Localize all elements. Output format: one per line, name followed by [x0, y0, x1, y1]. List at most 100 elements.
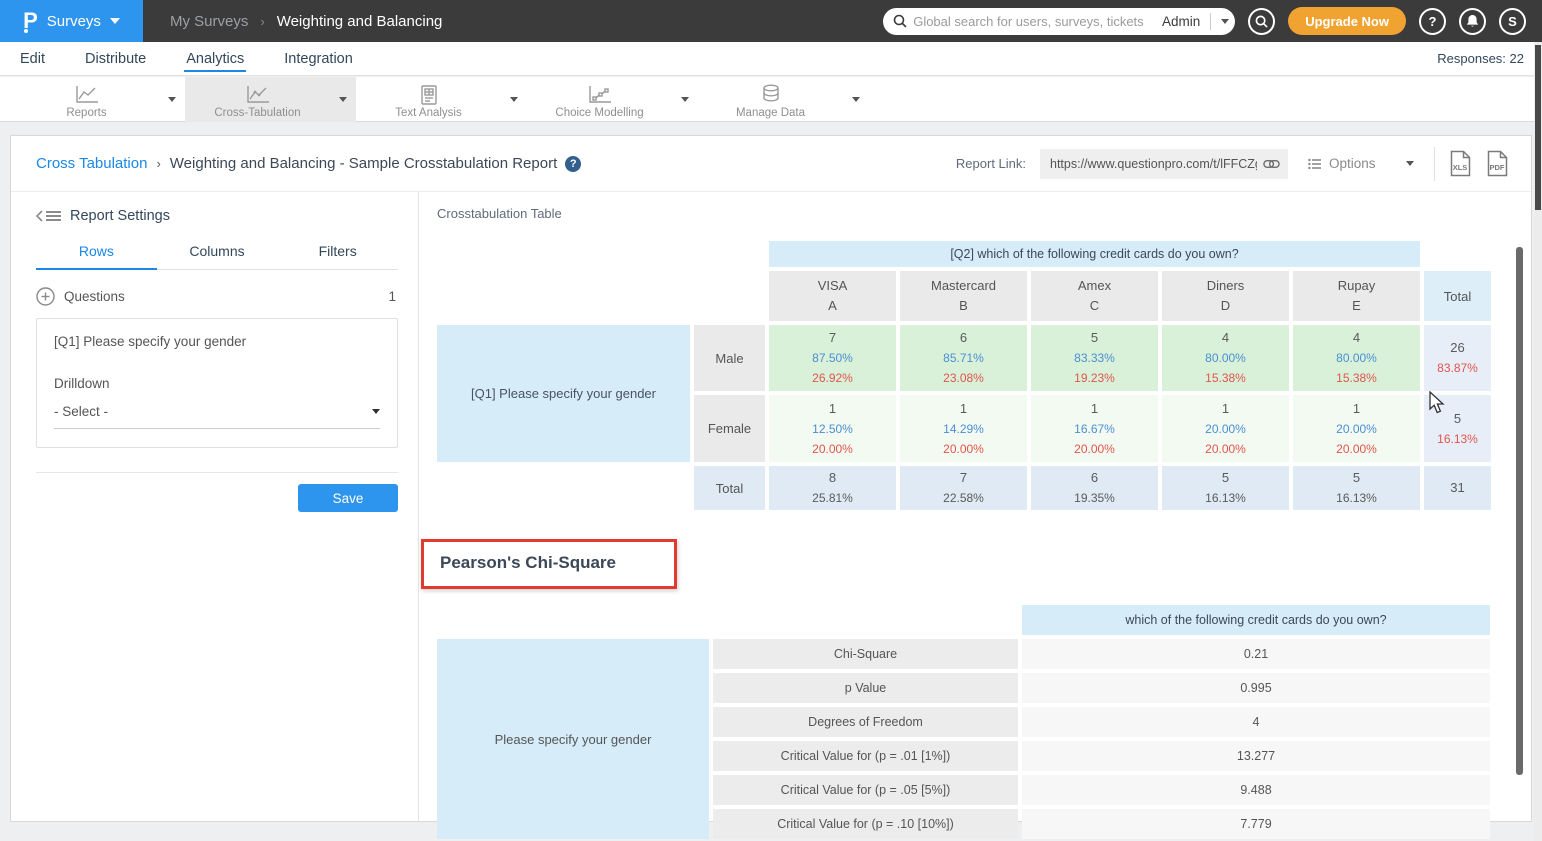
toolbar-item-text-analysis[interactable]: Text Analysis — [356, 77, 527, 122]
text-analysis-chevron-down-icon[interactable] — [501, 97, 527, 102]
chi-label: Critical Value for (p = .10 [10%]) — [713, 809, 1018, 839]
breadcrumb-separator-icon: › — [156, 156, 160, 171]
search-icon — [893, 14, 907, 28]
topbar: P Surveys My Surveys › Weighting and Bal… — [0, 0, 1542, 42]
add-question-button[interactable] — [36, 287, 55, 306]
column-header-rupay: RupayE — [1293, 271, 1420, 321]
breadcrumb-current: Weighting and Balancing — [277, 13, 443, 30]
window-scrollbar-thumb[interactable] — [1535, 45, 1541, 210]
search-submit-button[interactable] — [1248, 8, 1275, 35]
chi-row-header: Please specify your gender — [437, 639, 709, 839]
cell-total-rupay: 516.13% — [1293, 466, 1420, 510]
drilldown-chevron-down-icon — [372, 409, 380, 414]
options-button[interactable]: Options — [1302, 156, 1420, 171]
toolbar-item-reports[interactable]: Reports — [14, 77, 185, 122]
export-pdf-button[interactable]: PDF — [1486, 150, 1509, 177]
choice-modelling-chevron-down-icon[interactable] — [672, 97, 698, 102]
tab-rows[interactable]: Rows — [36, 243, 157, 270]
window-scrollbar[interactable] — [1534, 42, 1542, 841]
cross-tabulation-breadcrumb-link[interactable]: Cross Tabulation — [36, 155, 147, 172]
chevron-down-icon — [110, 18, 120, 24]
toolbar-item-manage-data[interactable]: Manage Data — [698, 77, 869, 122]
tab-filters[interactable]: Filters — [277, 243, 398, 269]
breadcrumb-parent[interactable]: My Surveys — [170, 13, 248, 30]
help-button[interactable]: ? — [1419, 8, 1446, 35]
cell-male-visa: 787.50%26.92% — [769, 325, 896, 391]
manage-data-chevron-down-icon[interactable] — [843, 97, 869, 102]
avatar-initial: S — [1508, 14, 1517, 29]
breadcrumb-separator-icon: › — [260, 14, 264, 29]
product-label: Surveys — [47, 13, 101, 30]
chi-label: Chi-Square — [713, 639, 1018, 669]
avatar[interactable]: S — [1499, 8, 1526, 35]
chi-value: 0.21 — [1022, 639, 1490, 669]
nav-tab-integration[interactable]: Integration — [282, 45, 355, 72]
nav-tab-distribute[interactable]: Distribute — [83, 45, 148, 72]
questions-count: 1 — [388, 289, 398, 304]
cell-male-mastercard: 685.71%23.08% — [900, 325, 1027, 391]
options-label: Options — [1329, 156, 1376, 171]
export-xls-button[interactable]: XLS — [1449, 150, 1472, 177]
divider — [36, 472, 398, 473]
cell-total-amex: 619.35% — [1031, 466, 1158, 510]
chi-column-header: which of the following credit cards do y… — [1022, 605, 1490, 635]
global-search-box[interactable]: Admin — [883, 8, 1235, 35]
report-title: Weighting and Balancing - Sample Crossta… — [170, 155, 557, 172]
crosstab-table: [Q2] which of the following credit cards… — [433, 237, 1495, 514]
toolbar-item-choice-modelling[interactable]: Choice Modelling — [527, 77, 698, 122]
cell-female-diners: 120.00%20.00% — [1162, 395, 1289, 462]
global-search-input[interactable] — [913, 14, 1156, 29]
link-icon[interactable] — [1263, 159, 1280, 169]
column-header-total: Total — [1424, 271, 1491, 321]
report-link-label: Report Link: — [956, 156, 1026, 171]
list-icon — [1308, 158, 1322, 170]
cell-grand-total: 31 — [1424, 466, 1491, 510]
cell-female-total: 516.13% — [1424, 395, 1491, 462]
cross-tabulation-chevron-down-icon[interactable] — [330, 97, 356, 102]
svg-text:XLS: XLS — [1453, 163, 1468, 172]
cell-male-total: 2683.87% — [1424, 325, 1491, 391]
chi-label: Critical Value for (p = .01 [1%]) — [713, 741, 1018, 771]
column-header-diners: DinersD — [1162, 271, 1289, 321]
drilldown-select[interactable]: - Select - — [54, 404, 380, 429]
save-button[interactable]: Save — [298, 484, 398, 512]
notifications-button[interactable] — [1459, 8, 1486, 35]
panel-collapse-button[interactable] — [36, 210, 61, 222]
nav-tab-analytics[interactable]: Analytics — [184, 45, 246, 72]
bell-icon — [1466, 14, 1479, 28]
chi-square-title: Pearson's Chi-Square — [440, 553, 616, 573]
panel-title: Report Settings — [70, 208, 170, 224]
chi-value: 13.277 — [1022, 741, 1490, 771]
app-logo-surveys-menu[interactable]: P Surveys — [0, 0, 143, 42]
search-scope-label: Admin — [1162, 14, 1200, 29]
line-chart-icon — [74, 85, 100, 105]
chi-square-table: which of the following credit cards do y… — [433, 601, 1494, 841]
report-link-box[interactable] — [1040, 149, 1288, 179]
upgrade-now-button[interactable]: Upgrade Now — [1288, 7, 1406, 35]
divider — [1434, 147, 1435, 181]
scatter-chart-icon — [245, 85, 271, 105]
row-header-total: Total — [694, 466, 765, 510]
row-header-male: Male — [694, 325, 765, 391]
scope-chevron-down-icon[interactable] — [1221, 19, 1229, 24]
cell-total-visa: 825.81% — [769, 466, 896, 510]
cell-male-rupay: 480.00%15.38% — [1293, 325, 1420, 391]
report-help-icon[interactable]: ? — [565, 156, 581, 172]
cell-female-mastercard: 114.29%20.00% — [900, 395, 1027, 462]
tab-columns[interactable]: Columns — [157, 243, 278, 269]
report-card: Cross Tabulation › Weighting and Balanci… — [10, 135, 1532, 822]
toolbar-item-cross-tabulation[interactable]: Cross-Tabulation — [185, 77, 356, 122]
chi-value: 0.995 — [1022, 673, 1490, 703]
row-group-header: [Q1] Please specify your gender — [437, 325, 690, 462]
content-scrollbar-thumb[interactable] — [1516, 247, 1523, 775]
menu-icon — [46, 210, 61, 222]
reports-chevron-down-icon[interactable] — [159, 97, 185, 102]
drilldown-selected-value: - Select - — [54, 404, 372, 419]
database-icon — [760, 84, 782, 105]
choice-chart-icon — [587, 85, 613, 105]
question-mark-icon: ? — [1429, 14, 1437, 29]
chevron-left-icon — [36, 210, 43, 222]
nav-tab-edit[interactable]: Edit — [18, 45, 47, 72]
report-link-input[interactable] — [1050, 157, 1257, 171]
chi-square-highlight-box: Pearson's Chi-Square — [421, 539, 677, 589]
